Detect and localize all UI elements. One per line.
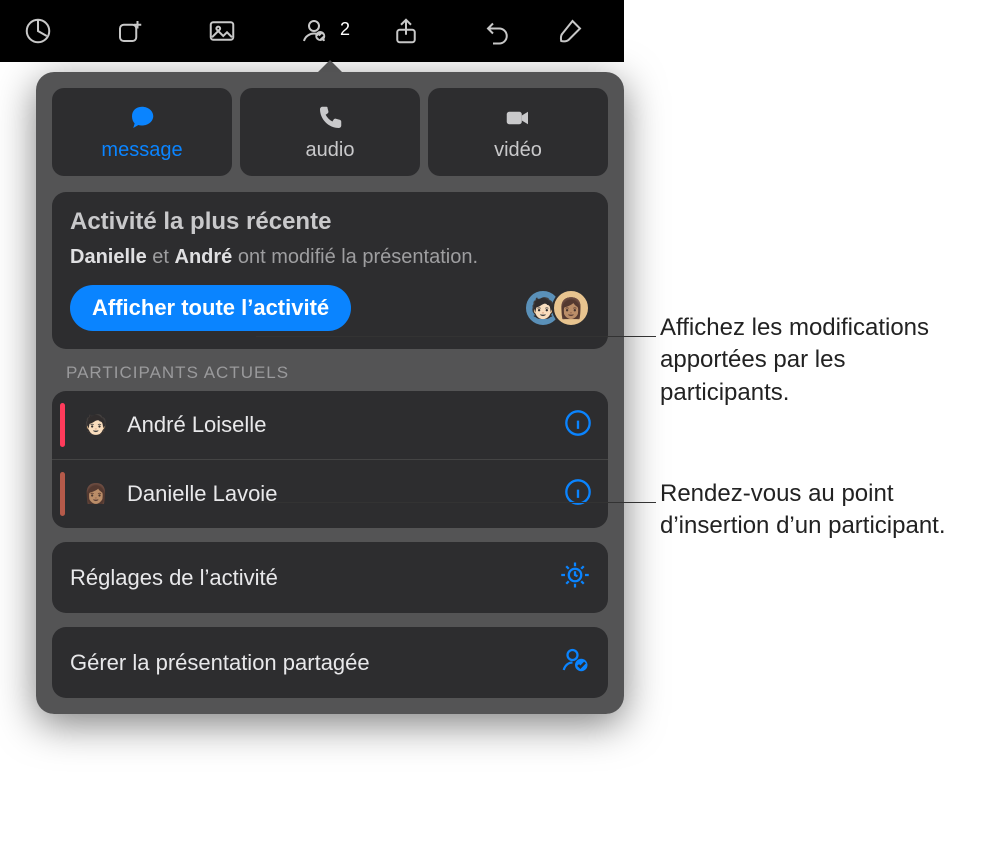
- participant-row[interactable]: 🧑🏻 André Loiselle: [52, 391, 608, 459]
- activity-name-2: André: [175, 246, 233, 268]
- collaborate-check-icon: [560, 645, 590, 680]
- manage-shared-label: Gérer la présentation partagée: [70, 650, 370, 676]
- brush-icon[interactable]: [546, 7, 594, 55]
- image-icon[interactable]: [198, 7, 246, 55]
- video-button[interactable]: vidéo: [428, 88, 608, 176]
- activity-text: Danielle et André ont modifié la présent…: [70, 246, 590, 269]
- participant-name: André Loiselle: [127, 412, 552, 438]
- avatar: 🧑🏻: [77, 406, 115, 444]
- participant-row[interactable]: 👩🏽 Danielle Lavoie: [52, 459, 608, 528]
- toolbar: 2: [0, 0, 624, 62]
- audio-button[interactable]: audio: [240, 88, 420, 176]
- message-label: message: [101, 139, 182, 162]
- activity-avatars: 🧑🏻 👩🏽: [534, 289, 590, 327]
- participants-header: PARTICIPANTS ACTUELS: [66, 363, 608, 383]
- share-icon[interactable]: [382, 7, 430, 55]
- show-all-activity-button[interactable]: Afficher toute l’activité: [70, 285, 351, 331]
- activity-settings-label: Réglages de l’activité: [70, 565, 278, 591]
- audio-label: audio: [306, 139, 355, 162]
- collaboration-popover: message audio vidéo Activité la plus réc…: [36, 72, 624, 714]
- callout-text: Rendez-vous au point d’insertion d’un pa…: [660, 478, 980, 543]
- gear-clock-icon: [560, 560, 590, 595]
- info-icon[interactable]: [564, 409, 592, 442]
- callout-text: Affichez les modifications apportées par…: [660, 312, 980, 409]
- video-label: vidéo: [494, 139, 542, 162]
- avatar: 👩🏽: [552, 289, 590, 327]
- collab-count: 2: [340, 19, 350, 40]
- manage-shared-row[interactable]: Gérer la présentation partagée: [52, 627, 608, 698]
- message-button[interactable]: message: [52, 88, 232, 176]
- activity-settings-row[interactable]: Réglages de l’activité: [52, 542, 608, 613]
- info-icon[interactable]: [564, 478, 592, 511]
- contact-segmented: message audio vidéo: [52, 88, 608, 176]
- collaborate-icon[interactable]: 2: [290, 7, 338, 55]
- participants-list: 🧑🏻 André Loiselle 👩🏽 Danielle Lavoie: [52, 391, 608, 528]
- activity-name-1: Danielle: [70, 246, 147, 268]
- avatar: 👩🏽: [77, 475, 115, 513]
- callout-line: [260, 502, 656, 503]
- activity-title: Activité la plus récente: [70, 208, 590, 236]
- participant-name: Danielle Lavoie: [127, 481, 552, 507]
- callout-line: [256, 336, 656, 337]
- pie-icon[interactable]: [14, 7, 62, 55]
- shape-plus-icon[interactable]: [106, 7, 154, 55]
- activity-card: Activité la plus récente Danielle et And…: [52, 192, 608, 349]
- participant-color-bar: [60, 403, 65, 447]
- participant-color-bar: [60, 472, 65, 516]
- undo-icon[interactable]: [474, 7, 522, 55]
